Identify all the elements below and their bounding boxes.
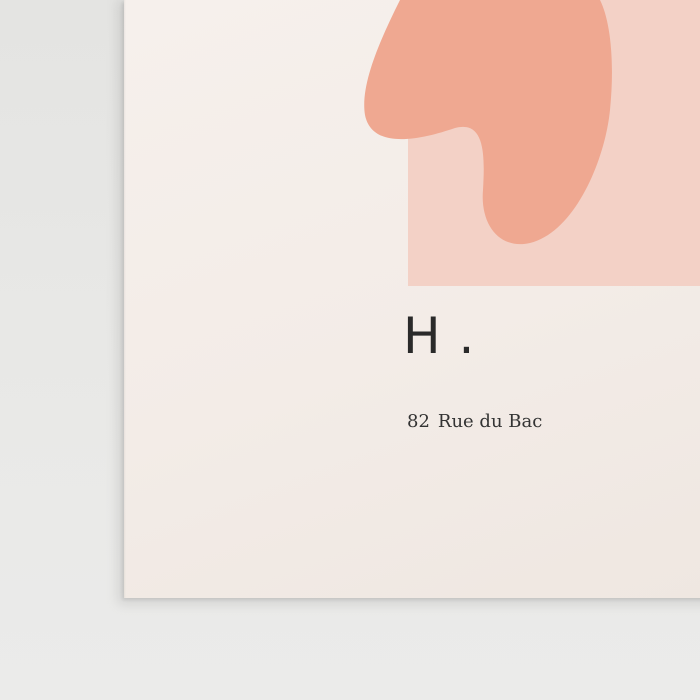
poster-address: 82 Rue du Bac [407,410,542,434]
scene: H . 82 Rue du Bac [0,0,700,700]
address-number: 82 [407,411,430,432]
poster-edge [124,0,126,598]
abstract-shape [364,0,612,245]
address-street: Rue du Bac [437,411,543,432]
poster-title: H . [403,307,476,365]
